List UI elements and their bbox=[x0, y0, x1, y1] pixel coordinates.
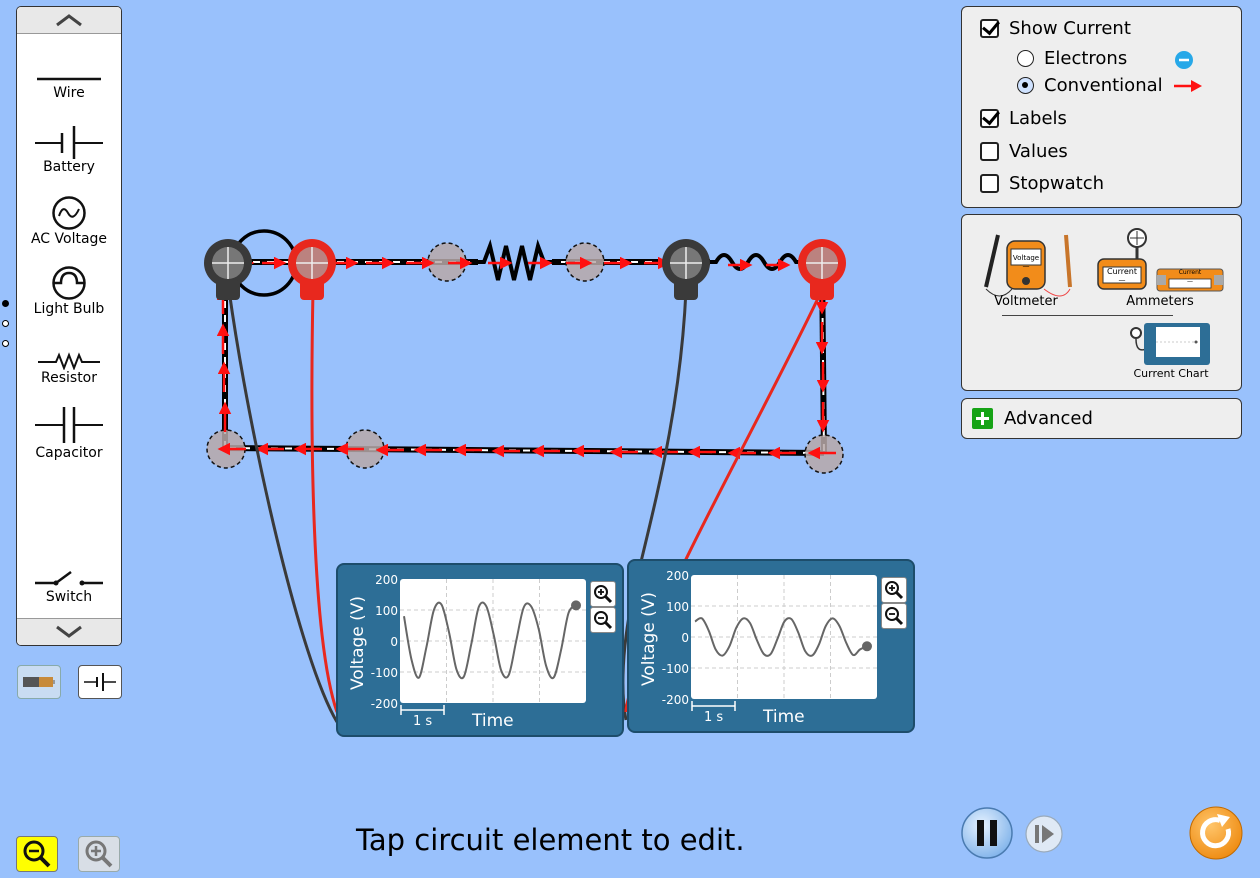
electrons-radio[interactable]: Electrons bbox=[1017, 48, 1127, 69]
checkbox-label: Stopwatch bbox=[1009, 173, 1105, 194]
zoom-in-icon bbox=[594, 585, 613, 604]
chart-tick-label: -100 bbox=[661, 662, 689, 676]
chart-current-point bbox=[862, 641, 872, 652]
advanced-accordion[interactable]: Advanced bbox=[961, 398, 1242, 439]
electron-icon bbox=[1175, 51, 1193, 69]
chart-tick-label: 200 bbox=[375, 573, 398, 587]
conventional-radio[interactable]: Conventional bbox=[1017, 75, 1163, 96]
voltmeter-label: Voltmeter bbox=[994, 294, 1058, 309]
chart-plot-svg bbox=[400, 579, 586, 703]
chart-tick-label: -100 bbox=[370, 666, 398, 680]
values-checkbox[interactable]: Values bbox=[980, 141, 1068, 162]
radio-label: Electrons bbox=[1044, 48, 1128, 69]
zoom-out-icon bbox=[885, 607, 904, 626]
checkbox-box bbox=[980, 19, 999, 38]
inductor[interactable] bbox=[704, 246, 808, 274]
ammeters-label: Ammeters bbox=[1126, 294, 1194, 309]
zoom-in-icon bbox=[85, 840, 113, 868]
time-scale-label: 1 s bbox=[413, 714, 433, 729]
chart-plot-svg bbox=[691, 575, 877, 699]
ammeter-inline-badge: Current bbox=[1178, 269, 1202, 276]
voltage-probe-red-2[interactable] bbox=[798, 239, 846, 300]
sensor-divider bbox=[1002, 315, 1173, 316]
radio-button bbox=[1017, 50, 1034, 67]
chart-zoom-in-button[interactable] bbox=[881, 577, 907, 603]
voltage-probe-black-2[interactable] bbox=[662, 239, 710, 300]
chart-current-point bbox=[571, 600, 581, 611]
voltmeter-readout: — bbox=[1022, 262, 1030, 270]
chart-plot-area bbox=[400, 579, 586, 703]
time-scale-label: 1 s bbox=[704, 710, 724, 725]
radio-label: Conventional bbox=[1044, 75, 1163, 96]
status-message: Tap circuit element to edit. bbox=[356, 823, 745, 857]
current-chart-tool[interactable] bbox=[1130, 321, 1212, 367]
voltage-chart-1[interactable]: Voltage (V) 200 100 0 -100 -200 1 s Time bbox=[336, 563, 624, 737]
checkbox-label: Show Current bbox=[1009, 18, 1131, 39]
chart-tick-label: 200 bbox=[666, 569, 689, 583]
chart-plot-area bbox=[691, 575, 877, 699]
checkbox-box bbox=[980, 174, 999, 193]
advanced-label: Advanced bbox=[1004, 408, 1093, 429]
checkbox-label: Labels bbox=[1009, 108, 1067, 129]
pause-button[interactable] bbox=[960, 806, 1014, 860]
zoom-out-icon bbox=[23, 840, 51, 868]
labels-checkbox[interactable]: Labels bbox=[980, 108, 1067, 129]
view-options-panel: Show Current Electrons Conventional Labe… bbox=[961, 6, 1242, 208]
checkbox-box bbox=[980, 109, 999, 128]
ammeter-inline-readout: — bbox=[1187, 278, 1193, 285]
zoom-in-icon bbox=[885, 581, 904, 600]
chart-zoom-out-button[interactable] bbox=[881, 603, 907, 629]
checkbox-box bbox=[980, 142, 999, 161]
chart-zoom-in-button[interactable] bbox=[590, 581, 616, 607]
ammeter-readout: — bbox=[1118, 276, 1126, 284]
zoom-out-button[interactable] bbox=[16, 836, 58, 872]
chart-x-axis-label: Time bbox=[472, 711, 514, 731]
show-current-checkbox[interactable]: Show Current bbox=[980, 18, 1131, 39]
chart-tick-label: -200 bbox=[370, 697, 398, 711]
red-arrow-icon bbox=[1174, 80, 1202, 92]
voltage-chart-2[interactable]: Voltage (V) 200 100 0 -100 -200 1 s Time bbox=[627, 559, 915, 733]
radio-button bbox=[1017, 77, 1034, 94]
chart-zoom-out-button[interactable] bbox=[590, 607, 616, 633]
ammeter-badge: Current bbox=[1106, 267, 1138, 276]
chart-x-axis-label: Time bbox=[763, 707, 805, 727]
voltmeter-badge: Voltage bbox=[1012, 254, 1040, 262]
zoom-in-button[interactable] bbox=[78, 836, 120, 872]
chart-tick-label: -200 bbox=[661, 693, 689, 707]
checkbox-label: Values bbox=[1009, 141, 1068, 162]
chart-tick-label: 100 bbox=[666, 600, 689, 614]
plus-icon bbox=[972, 408, 993, 429]
chart-tick-label: 100 bbox=[375, 604, 398, 618]
current-chart-label: Current Chart bbox=[1133, 367, 1209, 380]
ammeters-tool[interactable]: Current — Current — bbox=[1096, 223, 1242, 293]
step-forward-button[interactable] bbox=[1024, 814, 1064, 854]
voltage-probe-red-1[interactable] bbox=[288, 239, 336, 300]
reset-all-button[interactable] bbox=[1188, 805, 1244, 861]
chart-series-line bbox=[403, 601, 577, 680]
sensor-toolbox-panel: Voltage — Voltmeter Current — Current — … bbox=[961, 214, 1242, 391]
stopwatch-checkbox[interactable]: Stopwatch bbox=[980, 173, 1104, 194]
voltage-probe-black-1[interactable] bbox=[204, 239, 252, 300]
chart-tick-label: 0 bbox=[681, 631, 689, 645]
chart-tick-label: 0 bbox=[390, 635, 398, 649]
zoom-out-icon bbox=[594, 611, 613, 630]
current-chart-icon bbox=[1130, 323, 1210, 365]
